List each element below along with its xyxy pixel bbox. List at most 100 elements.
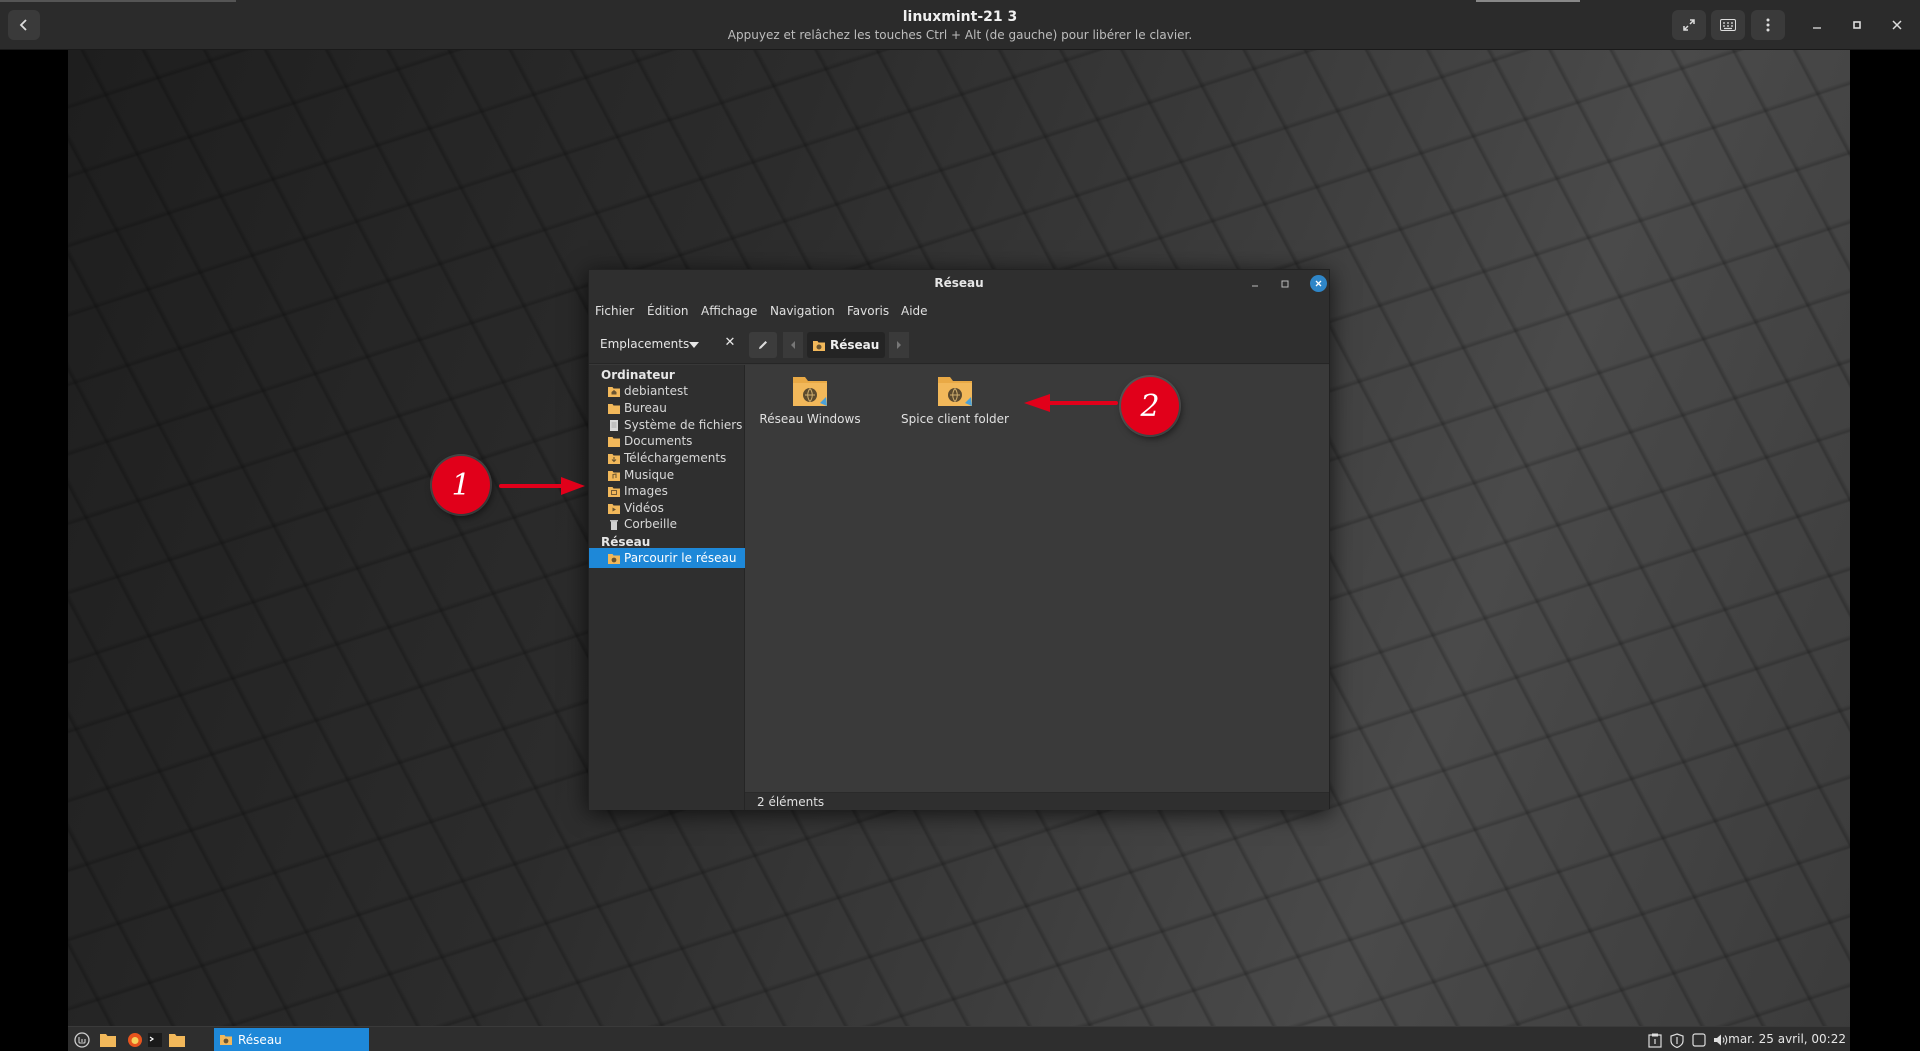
keyboard-button[interactable] xyxy=(1711,10,1745,40)
breadcrumb-current[interactable]: Réseau xyxy=(807,332,885,358)
menu-favoris[interactable]: Favoris xyxy=(847,304,889,318)
host-subtitle: Appuyez et relâchez les touches Ctrl + A… xyxy=(727,28,1193,42)
status-text: 2 éléments xyxy=(757,795,825,809)
network-folder-icon xyxy=(813,340,825,351)
shield-tray[interactable] xyxy=(1668,1031,1686,1049)
files-icon xyxy=(100,1034,116,1047)
annotation-callout-1: 1 xyxy=(432,456,490,514)
taskbar: Réseau mar. 25 avril, 00:22 xyxy=(68,1026,1850,1051)
clipboard-icon xyxy=(1648,1033,1662,1048)
close-icon xyxy=(1892,20,1902,30)
sidebar-item-label: Bureau xyxy=(624,401,667,415)
pictures-folder-icon xyxy=(608,486,620,497)
terminal-icon xyxy=(148,1033,162,1047)
documents-folder-icon xyxy=(608,436,620,447)
menu-edition[interactable]: Édition xyxy=(647,304,689,318)
sidebar-item-corbeille[interactable]: Corbeille xyxy=(589,514,745,534)
terminal-launcher[interactable] xyxy=(145,1030,165,1050)
clock[interactable]: mar. 25 avril, 00:22 xyxy=(1728,1032,1846,1046)
host-tab-indicator-2 xyxy=(1476,0,1580,2)
file-manager-window: Réseau Fichier Édition Affichage Navigat… xyxy=(588,269,1330,810)
files-launcher[interactable] xyxy=(98,1030,118,1050)
shield-icon xyxy=(1670,1032,1684,1048)
sidebar-item-label: debiantest xyxy=(624,384,688,398)
sidebar-heading-computer: Ordinateur xyxy=(601,368,675,382)
annotation-arrow-2 xyxy=(1024,394,1118,412)
sidebar-item-label: Images xyxy=(624,484,668,498)
sidebar-item-label: Corbeille xyxy=(624,517,678,531)
network-icon xyxy=(1692,1033,1706,1047)
sidebar-item-label: Documents xyxy=(624,434,693,448)
file-item-spice-client-folder[interactable]: Spice client folder xyxy=(890,365,1020,426)
chevron-left-icon xyxy=(791,341,795,349)
sidebar-item-label: Système de fichiers xyxy=(624,418,743,432)
file-item-reseau-windows[interactable]: Réseau Windows xyxy=(745,365,875,426)
annotation-arrow-1 xyxy=(499,477,585,495)
home-folder-icon xyxy=(608,386,620,397)
host-header: linuxmint-21 3 Appuyez et relâchez les t… xyxy=(0,0,1920,50)
menu-aide[interactable]: Aide xyxy=(901,304,928,318)
window-close-button[interactable] xyxy=(1310,275,1327,292)
pencil-icon xyxy=(759,341,767,349)
desktop-folder-icon xyxy=(608,403,620,414)
file-item-label: Réseau Windows xyxy=(759,412,861,426)
network-tray[interactable] xyxy=(1690,1031,1708,1049)
menubar: Fichier Édition Affichage Navigation Fav… xyxy=(589,298,1329,324)
sidebar-heading-network: Réseau xyxy=(601,535,651,549)
breadcrumb-label: Réseau xyxy=(830,338,880,352)
mint-menu-button[interactable] xyxy=(72,1030,92,1050)
network-folder-icon xyxy=(220,1035,232,1045)
firefox-icon xyxy=(128,1033,142,1047)
network-folder-icon xyxy=(793,377,827,406)
vm-desktop: Réseau Fichier Édition Affichage Navigat… xyxy=(68,50,1850,1051)
window-maximize-button[interactable] xyxy=(1276,275,1294,293)
clipboard-tray[interactable] xyxy=(1646,1031,1664,1049)
toolbar: Emplacements ✕ Réseau xyxy=(589,324,1329,364)
taskbar-window-reseau[interactable]: Réseau xyxy=(214,1028,369,1051)
folder-launcher[interactable] xyxy=(167,1030,187,1050)
folder-icon xyxy=(169,1034,185,1047)
firefox-launcher[interactable] xyxy=(125,1030,145,1050)
menu-button[interactable] xyxy=(1751,10,1785,40)
fullscreen-button[interactable] xyxy=(1672,10,1706,40)
network-folder-icon xyxy=(938,377,972,406)
statusbar: 2 éléments xyxy=(745,792,1329,810)
chevron-right-icon xyxy=(897,341,901,349)
close-button[interactable] xyxy=(1886,14,1908,36)
window-title: Réseau xyxy=(934,276,984,290)
window-titlebar[interactable]: Réseau xyxy=(589,270,1329,298)
sidebar-item-label: Musique xyxy=(624,468,675,482)
taskbar-window-label: Réseau xyxy=(238,1032,282,1047)
menu-navigation[interactable]: Navigation xyxy=(770,304,835,318)
menu-affichage[interactable]: Affichage xyxy=(701,304,757,318)
filesystem-icon xyxy=(610,419,618,431)
network-folder-icon xyxy=(608,553,620,564)
music-folder-icon xyxy=(608,470,620,481)
menu-fichier[interactable]: Fichier xyxy=(595,304,634,318)
minimize-icon xyxy=(1252,285,1258,287)
minimize-icon xyxy=(1813,27,1821,29)
close-sidebar-button[interactable]: ✕ xyxy=(721,334,739,352)
annotation-callout-2: 2 xyxy=(1121,377,1179,435)
volume-icon xyxy=(1714,1034,1728,1046)
maximize-button[interactable] xyxy=(1846,14,1868,36)
sidebar-item-parcourir-le-reseau[interactable]: Parcourir le réseau xyxy=(589,548,745,568)
keyboard-icon xyxy=(1720,19,1736,31)
file-view[interactable]: Réseau Windows Spice client folder xyxy=(745,365,1329,793)
close-icon xyxy=(1315,280,1322,287)
fullscreen-icon xyxy=(1683,19,1695,31)
host-title: linuxmint-21 3 xyxy=(902,9,1018,25)
videos-folder-icon xyxy=(608,503,620,514)
breadcrumb-right-button[interactable] xyxy=(889,332,909,358)
kebab-menu-icon xyxy=(1766,18,1770,32)
minimize-button[interactable] xyxy=(1806,14,1828,36)
chevron-down-icon[interactable] xyxy=(689,342,699,348)
downloads-folder-icon xyxy=(608,453,620,464)
edit-location-button[interactable] xyxy=(749,332,777,358)
maximize-icon xyxy=(1281,280,1289,288)
mint-menu-icon xyxy=(74,1032,90,1048)
places-sidebar: Ordinateur debiantest Bureau Système de … xyxy=(589,365,745,810)
window-minimize-button[interactable] xyxy=(1246,275,1264,293)
places-dropdown[interactable]: Emplacements xyxy=(600,337,689,351)
breadcrumb-left-button[interactable] xyxy=(783,332,803,358)
